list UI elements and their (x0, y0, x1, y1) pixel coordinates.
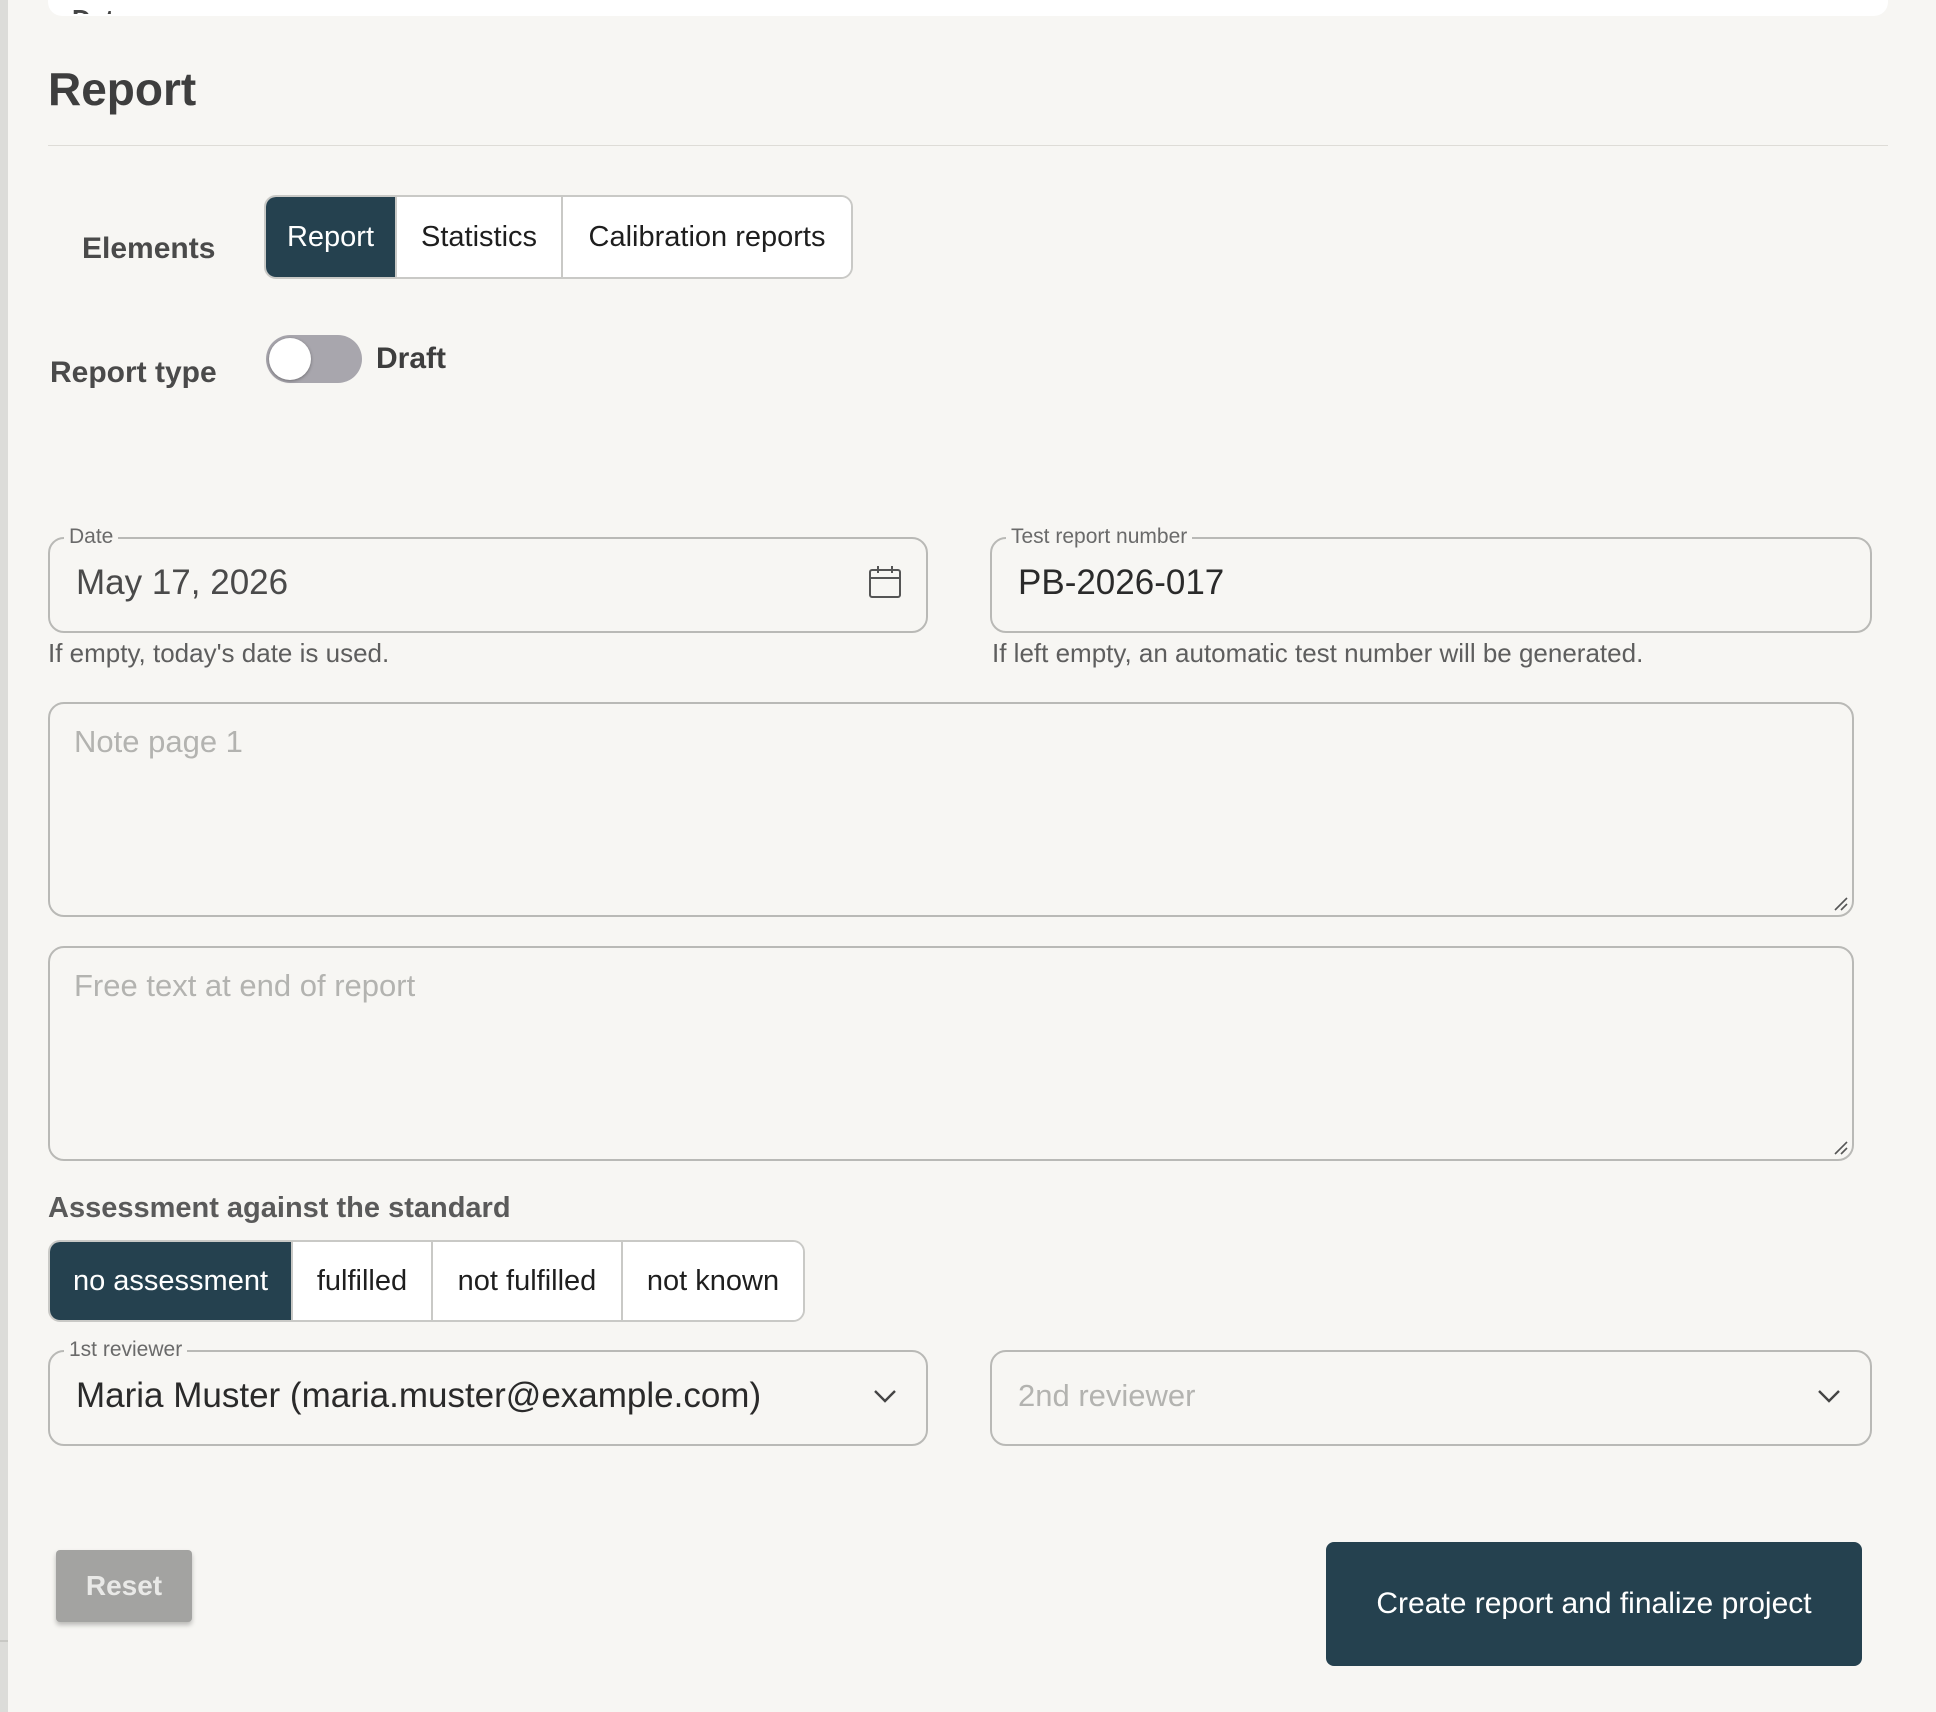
report-type-label: Report type (50, 356, 217, 389)
elements-option-calibration-reports[interactable]: Calibration reports (563, 197, 851, 277)
elements-option-statistics[interactable]: Statistics (397, 197, 563, 277)
test-report-number-value: PB-2026-017 (1018, 563, 1225, 602)
create-report-button[interactable]: Create report and finalize project (1326, 1542, 1862, 1666)
draft-toggle-knob (269, 338, 311, 380)
sidebar-edge (0, 0, 8, 1712)
first-reviewer-value: Maria Muster (maria.muster@example.com) (76, 1376, 762, 1415)
second-reviewer-select[interactable]: 2nd reviewer (990, 1350, 1872, 1446)
second-reviewer-placeholder: 2nd reviewer (1018, 1378, 1196, 1413)
elements-option-report[interactable]: Report (266, 197, 397, 277)
elements-segmented-control: Report Statistics Calibration reports (264, 195, 853, 279)
page-title: Report (48, 63, 197, 115)
test-report-number-field[interactable]: Test report number PB-2026-017 (990, 525, 1872, 633)
assessment-segmented-control: no assessment fulfilled not fulfilled no… (48, 1240, 805, 1322)
chevron-down-icon[interactable] (1816, 1388, 1842, 1404)
draft-toggle-label: Draft (376, 342, 447, 375)
first-reviewer-legend: 1st reviewer (64, 1338, 188, 1362)
elements-label: Elements (82, 232, 216, 265)
previous-section-card: Data (48, 0, 1888, 16)
draft-toggle[interactable] (266, 335, 362, 383)
reset-button[interactable]: Reset (56, 1550, 192, 1622)
date-field[interactable]: Date May 17, 2026 (48, 525, 928, 633)
note-page-1-textarea[interactable]: Note page 1 (48, 702, 1854, 917)
free-text-end-textarea[interactable]: Free text at end of report (48, 946, 1854, 1161)
test-report-number-helper-text: If left empty, an automatic test number … (992, 638, 1644, 668)
assessment-label: Assessment against the standard (48, 1192, 511, 1224)
assessment-option-no-assessment[interactable]: no assessment (50, 1242, 293, 1320)
resize-handle-icon[interactable] (1832, 1139, 1848, 1155)
assessment-option-fulfilled[interactable]: fulfilled (293, 1242, 433, 1320)
title-divider (48, 145, 1888, 146)
assessment-option-not-known[interactable]: not known (623, 1242, 803, 1320)
previous-section-title: Data (72, 4, 128, 14)
sidebar-edge-divider (0, 1640, 8, 1642)
free-text-end-placeholder: Free text at end of report (74, 968, 416, 1003)
resize-handle-icon[interactable] (1832, 895, 1848, 911)
assessment-option-not-fulfilled[interactable]: not fulfilled (433, 1242, 623, 1320)
date-field-legend: Date (64, 525, 119, 549)
test-report-number-legend: Test report number (1006, 525, 1193, 549)
first-reviewer-select[interactable]: 1st reviewer Maria Muster (maria.muster@… (48, 1338, 928, 1446)
note-page-1-placeholder: Note page 1 (74, 724, 243, 759)
calendar-icon[interactable] (868, 565, 902, 599)
chevron-down-icon[interactable] (872, 1388, 898, 1404)
date-helper-text: If empty, today's date is used. (48, 638, 390, 668)
date-field-value: May 17, 2026 (76, 563, 289, 602)
report-page: Data Report Elements Report Statistics C… (0, 0, 1936, 1712)
